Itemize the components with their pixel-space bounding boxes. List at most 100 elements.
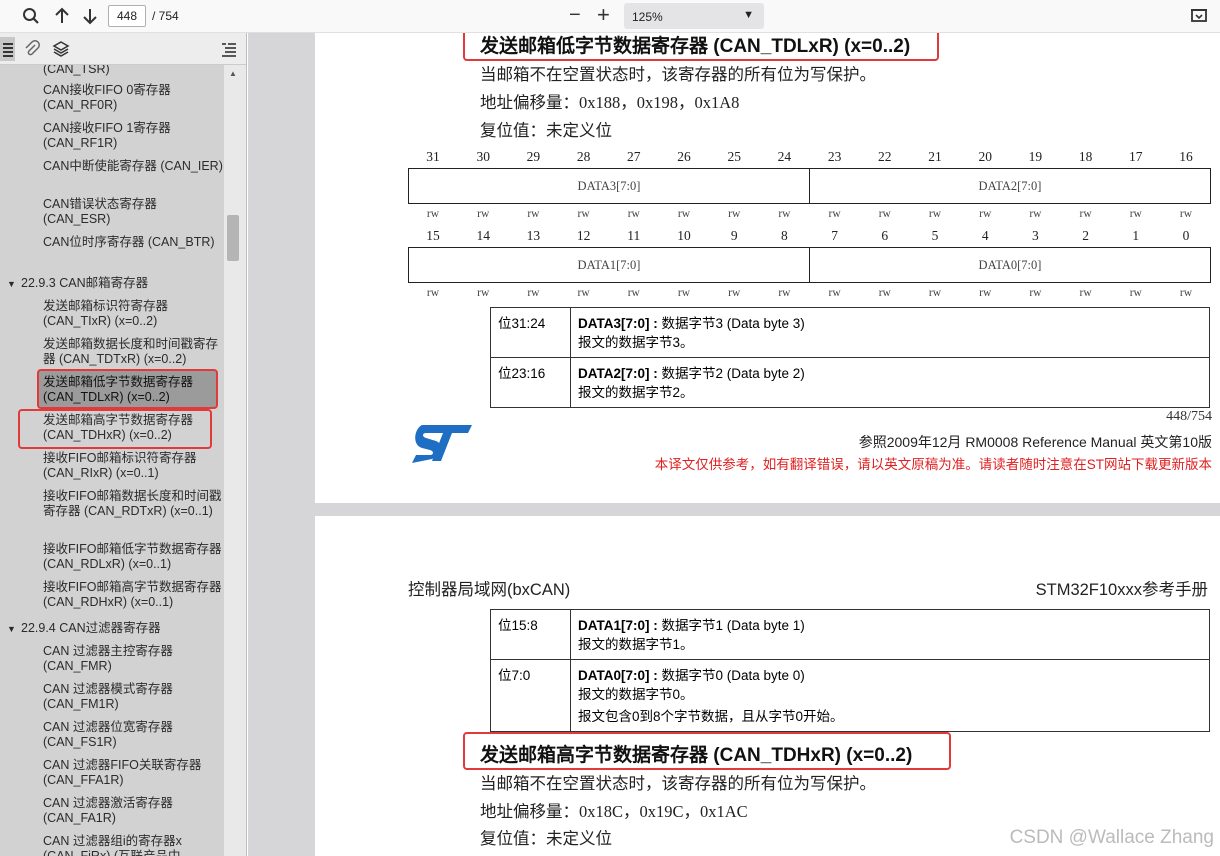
outline-item[interactable]: 发送邮箱数据长度和时间戳寄存器 (CAN_TDTxR) (x=0..2): [43, 337, 223, 367]
outline-section-2293[interactable]: ▼ 22.9.3 CAN邮箱寄存器: [7, 276, 148, 292]
outline-tab[interactable]: [0, 37, 15, 61]
bit-number: 11: [627, 228, 641, 243]
search-icon[interactable]: [20, 5, 42, 27]
field-sub: 报文的数据字节1。: [578, 637, 694, 652]
outline-item[interactable]: (CAN_TSR): [43, 65, 223, 77]
access-rw: rw: [1029, 287, 1042, 299]
register-offset: 地址偏移量：0x188，0x198，0x1A8: [480, 93, 740, 112]
page-number-input[interactable]: [108, 5, 146, 27]
bit-number: 19: [1028, 149, 1043, 164]
sidebar: (CAN_TSR) CAN接收FIFO 0寄存器 (CAN_RF0R) CAN接…: [0, 33, 247, 856]
bit-description-table: 位15:8 DATA1[7:0] : 数据字节1 (Data byte 1) 报文…: [490, 609, 1210, 732]
table-row: 位7:0 DATA0[7:0] : 数据字节0 (Data byte 0) 报文的…: [490, 659, 1210, 732]
outline-item[interactable]: 接收FIFO邮箱高字节数据寄存器 (CAN_RDHxR) (x=0..1): [43, 580, 223, 610]
outline-item[interactable]: CAN 过滤器主控寄存器 (CAN_FMR): [43, 644, 223, 674]
bit-number: 18: [1078, 149, 1093, 164]
bit-number: 6: [881, 228, 889, 243]
access-rw: rw: [426, 208, 440, 220]
sidebar-toolbar: [0, 33, 246, 65]
highlight-box: [463, 732, 951, 770]
expanded-triangle-icon[interactable]: ▼: [7, 622, 21, 637]
outline-section-2294[interactable]: ▼ 22.9.4 CAN过滤器寄存器: [7, 621, 161, 637]
bit-number: 5: [931, 228, 939, 243]
find-outline-icon[interactable]: [220, 41, 238, 62]
disclaimer-footer: 本译文仅供参考，如有翻译错误，请以英文原稿为准。请读者随时注意在ST网站下载更新…: [654, 457, 1212, 472]
access-rw: rw: [1129, 208, 1142, 220]
field-name: DATA1[7:0] :: [578, 618, 658, 633]
field-sub: 报文的数据字节3。: [578, 335, 694, 350]
outline-item[interactable]: CAN 过滤器FIFO关联寄存器 (CAN_FFA1R): [43, 758, 223, 788]
bit-number: 7: [831, 228, 838, 243]
next-page-icon[interactable]: [79, 5, 101, 27]
access-rw: rw: [577, 208, 590, 220]
access-rw: rw: [527, 287, 540, 299]
access-rw: rw: [627, 208, 640, 220]
field-data2: DATA2[7:0]: [809, 168, 1211, 204]
section-label: 22.9.4 CAN过滤器寄存器: [21, 621, 161, 635]
outline-item[interactable]: CAN 过滤器位宽寄存器 (CAN_FS1R): [43, 720, 223, 750]
bit-number: 28: [576, 149, 591, 164]
bit-range: 位15:8: [490, 609, 571, 660]
sidebar-scrollbar[interactable]: ▲: [224, 65, 246, 856]
zoom-select[interactable]: 125% ▼: [624, 3, 764, 29]
layers-icon[interactable]: [52, 40, 70, 63]
bit-number: 27: [627, 149, 641, 164]
access-rw: rw: [477, 287, 490, 299]
outline-item[interactable]: 接收FIFO邮箱标识符寄存器 (CAN_RIxR) (x=0..1): [43, 451, 223, 481]
bit-number: 9: [730, 228, 738, 243]
page-header-right: STM32F10xxx参考手册: [1035, 581, 1208, 599]
field-data1: DATA1[7:0]: [408, 247, 810, 283]
outline-item[interactable]: 接收FIFO邮箱数据长度和时间戳寄存器 (CAN_RDTxR) (x=0..1): [43, 489, 223, 519]
access-rw: rw: [828, 208, 841, 220]
scrollbar-thumb[interactable]: [227, 215, 239, 261]
outline-item[interactable]: CAN错误状态寄存器 (CAN_ESR): [43, 197, 223, 227]
bit-number: 29: [526, 149, 541, 164]
access-rw: rw: [778, 208, 791, 220]
bit-number: 22: [878, 149, 892, 164]
bit-description: DATA0[7:0] : 数据字节0 (Data byte 0) 报文的数据字节0…: [570, 659, 1210, 732]
st-logo-icon: [408, 423, 474, 470]
outline-item[interactable]: 发送邮箱标识符寄存器 (CAN_TIxR) (x=0..2): [43, 299, 223, 329]
highlight-box: [18, 409, 212, 449]
access-rw: rw: [677, 208, 691, 220]
register-offset: 地址偏移量：0x18C，0x19C，0x1AC: [480, 802, 748, 821]
field-data3: DATA3[7:0]: [408, 168, 810, 204]
access-rw: rw: [477, 208, 490, 220]
outline-item[interactable]: CAN接收FIFO 1寄存器 (CAN_RF1R): [43, 121, 223, 151]
bit-number: 8: [781, 228, 788, 243]
bit-number: 24: [777, 149, 792, 164]
outline-item[interactable]: CAN 过滤器激活寄存器 (CAN_FA1R): [43, 796, 223, 826]
outline-item[interactable]: CAN 过滤器模式寄存器 (CAN_FM1R): [43, 682, 223, 712]
attachment-icon[interactable]: [23, 40, 41, 63]
highlight-box: [463, 33, 939, 61]
zoom-value: 125%: [632, 10, 663, 24]
outline-item[interactable]: CAN接收FIFO 0寄存器 (CAN_RF0R): [43, 83, 223, 113]
zoom-out-button[interactable]: −: [569, 4, 581, 27]
outline-item[interactable]: CAN中断使能寄存器 (CAN_IER): [43, 159, 223, 174]
previous-page-icon[interactable]: [51, 5, 73, 27]
watermark: CSDN @Wallace Zhang: [1009, 827, 1214, 848]
bit-number: 31: [426, 149, 440, 164]
access-rw: rw: [1079, 287, 1092, 299]
bit-number: 4: [981, 228, 989, 243]
access-rw: rw: [828, 287, 841, 299]
outline-item[interactable]: CAN 过滤器组i的寄存器x (CAN_FiRx) (互联产品中: [43, 834, 223, 856]
bit-number: 14: [476, 228, 490, 243]
field-sub: 报文包含0到8个字节数据，且从字节0开始。: [578, 709, 844, 724]
access-rw: rw: [1079, 208, 1092, 220]
presentation-mode-icon[interactable]: [1188, 5, 1210, 27]
bit-description-table: 位31:24 DATA3[7:0] : 数据字节3 (Data byte 3) 报…: [490, 307, 1210, 408]
access-rw: rw: [878, 208, 891, 220]
register-description: 当邮箱不在空置状态时，该寄存器的所有位为写保护。: [480, 774, 876, 793]
outline-item[interactable]: CAN位时序寄存器 (CAN_BTR): [43, 235, 223, 250]
bit-range: 位31:24: [490, 307, 571, 358]
bit-range: 位23:16: [490, 357, 571, 408]
zoom-in-button[interactable]: +: [597, 2, 610, 28]
access-rw: rw: [979, 208, 992, 220]
expanded-triangle-icon[interactable]: ▼: [7, 277, 21, 292]
outline-item[interactable]: 接收FIFO邮箱低字节数据寄存器 (CAN_RDLxR) (x=0..1): [43, 542, 223, 572]
page-449: 控制器局域网(bxCAN) STM32F10xxx参考手册 位15:8 DATA…: [315, 516, 1220, 856]
scroll-up-icon[interactable]: ▲: [229, 69, 237, 78]
bit-number: 2: [1082, 228, 1089, 243]
field-data0: DATA0[7:0]: [809, 247, 1211, 283]
